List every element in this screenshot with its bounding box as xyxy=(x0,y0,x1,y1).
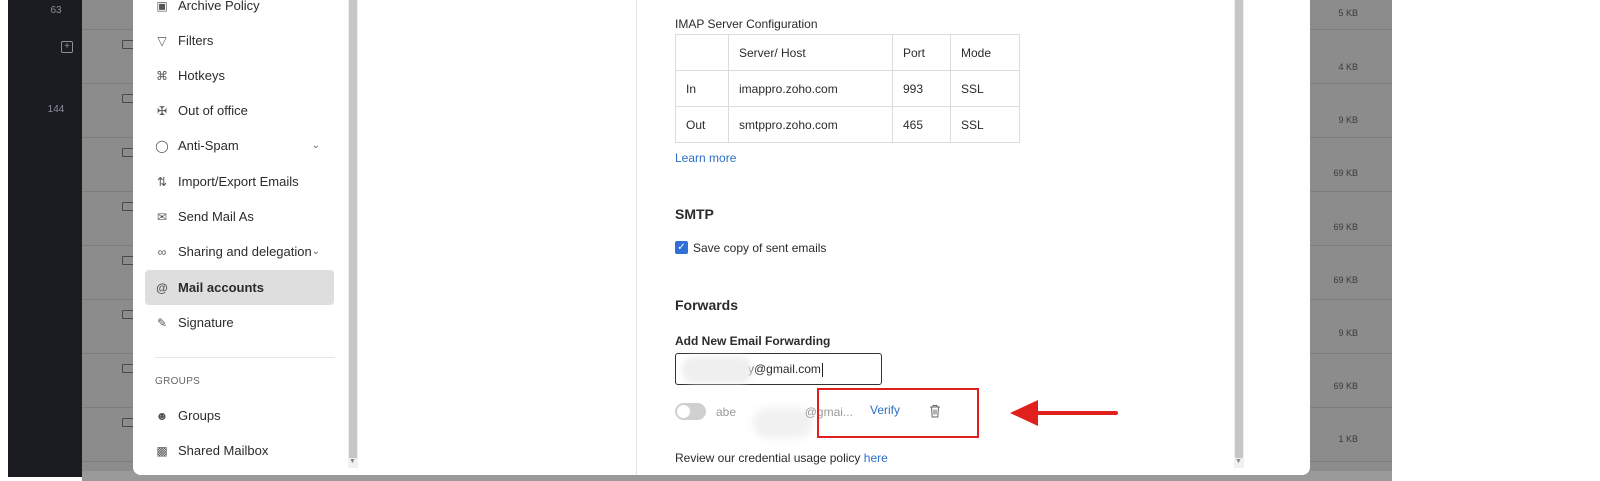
imap-config-table: Server/ Host Port Mode In imappro.zoho.c… xyxy=(675,34,1020,143)
table-cell: SSL xyxy=(950,70,1020,107)
sidebar-item-label: Import/Export Emails xyxy=(178,174,299,189)
save-copy-checkbox[interactable]: ✓ xyxy=(675,241,688,254)
table-header: Port xyxy=(892,34,951,71)
signature-icon: ✎ xyxy=(156,315,168,330)
sidebar-item-archive-policy[interactable]: ▣ Archive Policy xyxy=(145,0,334,23)
settings-gutter xyxy=(358,0,636,475)
table-row: In imappro.zoho.com 993 SSL xyxy=(675,70,1020,107)
sidebar-item-sharing[interactable]: ∞ Sharing and delegation ⌄ xyxy=(145,234,334,269)
toggle-knob xyxy=(677,405,690,418)
text-caret xyxy=(821,362,823,377)
imap-section-title: IMAP Server Configuration xyxy=(675,17,818,31)
sidebar-item-label: Anti-Spam xyxy=(178,138,239,153)
chevron-down-icon: ⌄ xyxy=(311,246,320,257)
table-cell: 993 xyxy=(892,70,951,107)
smtp-section-title: SMTP xyxy=(675,206,714,222)
sidebar-divider xyxy=(155,357,335,358)
sidebar-item-label: Filters xyxy=(178,33,214,48)
table-cell: In xyxy=(675,70,729,107)
sidebar-item-groups[interactable]: ☻ Groups xyxy=(145,398,334,433)
filter-icon: ▽ xyxy=(157,33,167,48)
scrollbar-thumb[interactable] xyxy=(349,0,357,458)
sidebar-group-heading: GROUPS xyxy=(155,376,201,387)
sidebar-item-label: Send Mail As xyxy=(178,209,254,224)
content-scrollbar[interactable]: ▼ xyxy=(1234,0,1244,468)
sidebar-scrollbar[interactable]: ▼ xyxy=(348,0,358,468)
table-cell: SSL xyxy=(950,106,1020,143)
credential-policy-text: Review our credential usage policy here xyxy=(675,451,888,465)
mail-size: 4 KB xyxy=(1338,62,1358,72)
save-copy-label: Save copy of sent emails xyxy=(693,241,827,255)
table-header-row: Server/ Host Port Mode xyxy=(675,34,1020,71)
sidebar-item-label: Signature xyxy=(178,315,234,330)
table-cell: smtppro.zoho.com xyxy=(728,106,893,143)
command-icon: ⌘ xyxy=(156,68,168,83)
sidebar-item-label: Hotkeys xyxy=(178,68,225,83)
modal-padding xyxy=(1244,0,1310,475)
scrollbar-thumb[interactable] xyxy=(1235,0,1243,458)
archive-icon: ▣ xyxy=(156,0,168,13)
mail-size: 1 KB xyxy=(1338,434,1358,444)
sidebar-item-anti-spam[interactable]: ◯ Anti-Spam ⌄ xyxy=(145,128,334,163)
policy-text: Review our credential usage policy xyxy=(675,451,861,465)
table-cell: Out xyxy=(675,106,729,143)
screenshot-stage: 63 + 144 5 KB 4 KB 9 KB 69 KB 69 KB 69 K… xyxy=(0,0,1600,481)
sidebar-item-label: Archive Policy xyxy=(178,0,260,13)
mail-size: 5 KB xyxy=(1338,8,1358,18)
groups-icon: ☻ xyxy=(155,408,169,423)
learn-more-link[interactable]: Learn more xyxy=(675,151,736,165)
add-folder-icon[interactable]: + xyxy=(61,41,73,53)
at-icon: @ xyxy=(156,280,168,295)
table-header xyxy=(675,34,729,71)
table-cell: imappro.zoho.com xyxy=(728,70,893,107)
highlight-box xyxy=(817,388,979,438)
mail-size: 69 KB xyxy=(1333,275,1358,285)
arrow-left-icon xyxy=(1010,400,1118,426)
forwarding-toggle[interactable] xyxy=(675,403,706,420)
import-export-icon: ⇅ xyxy=(156,174,168,189)
settings-sidebar: ▣ Archive Policy ▽ Filters ⌘ Hotkeys ✠ O… xyxy=(133,0,348,475)
table-header: Mode xyxy=(950,34,1020,71)
sidebar-item-send-mail-as[interactable]: ✉ Send Mail As xyxy=(145,199,334,234)
sidebar-item-label: Shared Mailbox xyxy=(178,443,269,458)
redacted-mask xyxy=(682,357,752,383)
table-header: Server/ Host xyxy=(728,34,893,71)
sidebar-item-label: Groups xyxy=(178,408,221,423)
table-cell: 465 xyxy=(892,106,951,143)
add-forwarding-label: Add New Email Forwarding xyxy=(675,334,831,348)
sidebar-item-filters[interactable]: ▽ Filters xyxy=(145,23,334,58)
sidebar-item-import-export[interactable]: ⇅ Import/Export Emails xyxy=(145,164,334,199)
send-as-icon: ✉ xyxy=(156,209,168,224)
settings-modal: ▣ Archive Policy ▽ Filters ⌘ Hotkeys ✠ O… xyxy=(133,0,1310,475)
sidebar-item-label: Mail accounts xyxy=(178,280,264,295)
policy-link[interactable]: here xyxy=(864,451,888,465)
sidebar-item-hotkeys[interactable]: ⌘ Hotkeys xyxy=(145,58,334,93)
scroll-down-icon[interactable]: ▼ xyxy=(349,458,356,465)
app-rail: 63 + 144 xyxy=(8,0,82,477)
sidebar-item-shared-mailbox[interactable]: ▩ Shared Mailbox xyxy=(145,433,334,468)
shield-icon: ◯ xyxy=(155,138,169,153)
mail-size: 69 KB xyxy=(1333,222,1358,232)
share-icon: ∞ xyxy=(157,244,167,259)
forwarding-address-prefix: abe xyxy=(716,405,737,419)
forwards-section-title: Forwards xyxy=(675,297,739,313)
sidebar-item-label: Sharing and delegation xyxy=(178,244,312,259)
mail-size: 9 KB xyxy=(1338,328,1358,338)
plane-icon: ✠ xyxy=(156,103,168,118)
sidebar-item-label: Out of office xyxy=(178,103,248,118)
table-row: Out smtppro.zoho.com 465 SSL xyxy=(675,106,1020,143)
sidebar-item-out-of-office[interactable]: ✠ Out of office xyxy=(145,93,334,128)
shared-mailbox-icon: ▩ xyxy=(156,443,168,458)
forwarding-email-input[interactable]: y@gmail.com xyxy=(675,353,882,385)
mail-size: 9 KB xyxy=(1338,115,1358,125)
sidebar-item-mail-accounts[interactable]: @ Mail accounts xyxy=(145,270,334,305)
mail-size: 69 KB xyxy=(1333,381,1358,391)
mail-size: 69 KB xyxy=(1333,168,1358,178)
sidebar-item-signature[interactable]: ✎ Signature xyxy=(145,305,334,340)
chevron-down-icon: ⌄ xyxy=(311,140,320,151)
forwarding-email-value: y@gmail.com xyxy=(748,362,821,376)
scroll-down-icon[interactable]: ▼ xyxy=(1235,458,1242,465)
